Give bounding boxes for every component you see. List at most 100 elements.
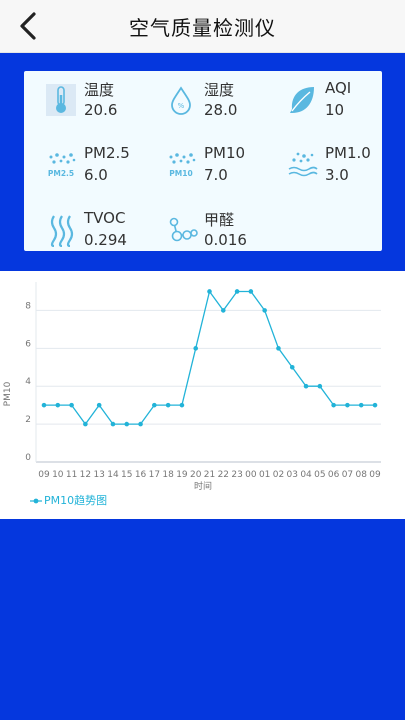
data-point bbox=[289, 364, 295, 370]
y-tick-label: 4 bbox=[25, 377, 31, 387]
sensor-label: PM10 bbox=[204, 144, 246, 162]
data-point bbox=[110, 421, 116, 427]
sensor-pm10: PM10 PM10 7.0 bbox=[165, 142, 283, 194]
sensor-label: 甲醛 bbox=[204, 211, 235, 229]
data-point bbox=[303, 383, 309, 389]
sensor-value: 10 bbox=[325, 101, 345, 119]
data-point bbox=[83, 421, 88, 427]
sensor-value: 0.016 bbox=[204, 231, 247, 249]
data-point bbox=[55, 402, 61, 408]
sensor-label: PM2.5 bbox=[84, 144, 130, 162]
x-tick-label: 06 bbox=[328, 470, 340, 480]
page-title: 空气质量检测仪 bbox=[129, 16, 276, 40]
data-point bbox=[248, 289, 254, 294]
data-point bbox=[234, 289, 240, 294]
sensor-label: TVOC bbox=[84, 209, 126, 227]
data-point bbox=[193, 346, 199, 351]
x-tick-label: 09 bbox=[369, 470, 381, 480]
x-tick-label: 09 bbox=[38, 470, 50, 480]
legend-marker-icon bbox=[30, 498, 42, 504]
sensor-label: 温度 bbox=[84, 81, 115, 99]
x-tick-label: 22 bbox=[218, 470, 229, 480]
pm10-icon-text: PM10 bbox=[169, 169, 192, 178]
y-axis-label: PM10 bbox=[3, 381, 13, 406]
sensor-value: 7.0 bbox=[204, 166, 228, 184]
bottom-blue-band bbox=[0, 519, 405, 720]
x-tick-label: 05 bbox=[314, 470, 325, 480]
x-tick-label: 21 bbox=[204, 470, 215, 480]
y-tick-label: 8 bbox=[25, 301, 31, 311]
sensor-aqi: AQI 10 bbox=[286, 77, 404, 129]
x-tick-label: 13 bbox=[93, 470, 104, 480]
x-tick-label: 23 bbox=[231, 470, 242, 480]
x-tick-label: 10 bbox=[52, 470, 64, 480]
sensor-panel: 温度 20.6 % 湿度 28.0 AQI 10 PM2.5 PM2.5 6.0 bbox=[24, 71, 382, 251]
sensor-value: 20.6 bbox=[84, 101, 118, 119]
data-point bbox=[138, 421, 143, 427]
pm25-icon: PM2.5 bbox=[48, 153, 76, 178]
sensor-value: 3.0 bbox=[325, 166, 349, 184]
x-tick-label: 11 bbox=[66, 470, 77, 480]
series-line bbox=[44, 289, 375, 426]
wave-icon bbox=[50, 215, 74, 247]
data-point bbox=[69, 402, 74, 408]
sensor-label: 湿度 bbox=[204, 81, 235, 99]
data-point bbox=[331, 402, 336, 408]
sensor-value: 0.294 bbox=[84, 231, 127, 249]
sensor-formaldehyde: 甲醛 0.016 bbox=[165, 207, 283, 259]
sensor-humidity: % 湿度 28.0 bbox=[165, 77, 283, 129]
data-point bbox=[358, 402, 364, 408]
x-tick-label: 12 bbox=[80, 470, 91, 480]
molecule-icon bbox=[169, 217, 198, 242]
leaf-icon bbox=[290, 87, 314, 113]
data-point bbox=[207, 289, 212, 294]
sensor-label: AQI bbox=[325, 79, 352, 97]
x-tick-label: 19 bbox=[176, 470, 188, 480]
data-point bbox=[317, 383, 323, 389]
data-point bbox=[345, 402, 350, 408]
chart-legend: PM10趋势图 bbox=[30, 492, 107, 508]
y-tick-label: 2 bbox=[25, 415, 31, 425]
data-point bbox=[372, 402, 378, 408]
data-point bbox=[262, 308, 267, 313]
data-point bbox=[220, 308, 226, 313]
data-point bbox=[165, 402, 171, 408]
pm10-icon: PM10 bbox=[169, 153, 196, 178]
pm1-icon bbox=[288, 152, 318, 177]
x-tick-label: 18 bbox=[162, 470, 174, 480]
data-point bbox=[96, 402, 102, 408]
x-tick-label: 17 bbox=[149, 470, 160, 480]
svg-text:%: % bbox=[178, 102, 185, 110]
sensor-value: 6.0 bbox=[84, 166, 108, 184]
legend-label: PM10趋势图 bbox=[44, 494, 108, 507]
x-tick-label: 15 bbox=[121, 470, 132, 480]
x-tick-label: 07 bbox=[342, 470, 353, 480]
chart-area: 02468 09 10 11 12 13 14 15 16 17 18 19 20 21 22 23 00 01… bbox=[0, 272, 405, 517]
data-point bbox=[276, 346, 281, 351]
x-tick-label: 20 bbox=[190, 470, 202, 480]
data-point bbox=[152, 402, 157, 408]
sensor-tvoc: TVOC 0.294 bbox=[45, 207, 163, 259]
y-tick-label: 6 bbox=[25, 339, 31, 349]
data-point bbox=[124, 421, 130, 427]
x-tick-label: 04 bbox=[300, 470, 312, 480]
x-tick-label: 03 bbox=[287, 470, 298, 480]
sensor-pm1: PM1.0 3.0 bbox=[286, 142, 404, 194]
x-tick-label: 16 bbox=[135, 470, 147, 480]
pm25-icon-text: PM2.5 bbox=[48, 169, 74, 178]
x-tick-label: 08 bbox=[355, 470, 367, 480]
thermometer-icon bbox=[46, 84, 76, 116]
app-header: 空气质量检测仪 bbox=[0, 0, 405, 53]
pm10-line-chart: 02468 09 10 11 12 13 14 15 16 17 18 19 20 21 22 23 00 01… bbox=[3, 282, 381, 492]
y-tick-label: 0 bbox=[25, 453, 31, 463]
x-tick-label: 14 bbox=[107, 470, 119, 480]
sensor-temperature: 温度 20.6 bbox=[45, 77, 163, 129]
sensor-label: PM1.0 bbox=[325, 144, 371, 162]
sensor-pm25: PM2.5 PM2.5 6.0 bbox=[45, 142, 163, 194]
sensor-value: 28.0 bbox=[204, 101, 238, 119]
data-point bbox=[179, 402, 185, 408]
x-tick-label: 00 bbox=[245, 470, 257, 480]
x-tick-label: 02 bbox=[273, 470, 284, 480]
water-drop-icon: % bbox=[171, 86, 191, 115]
x-tick-label: 01 bbox=[259, 470, 270, 480]
